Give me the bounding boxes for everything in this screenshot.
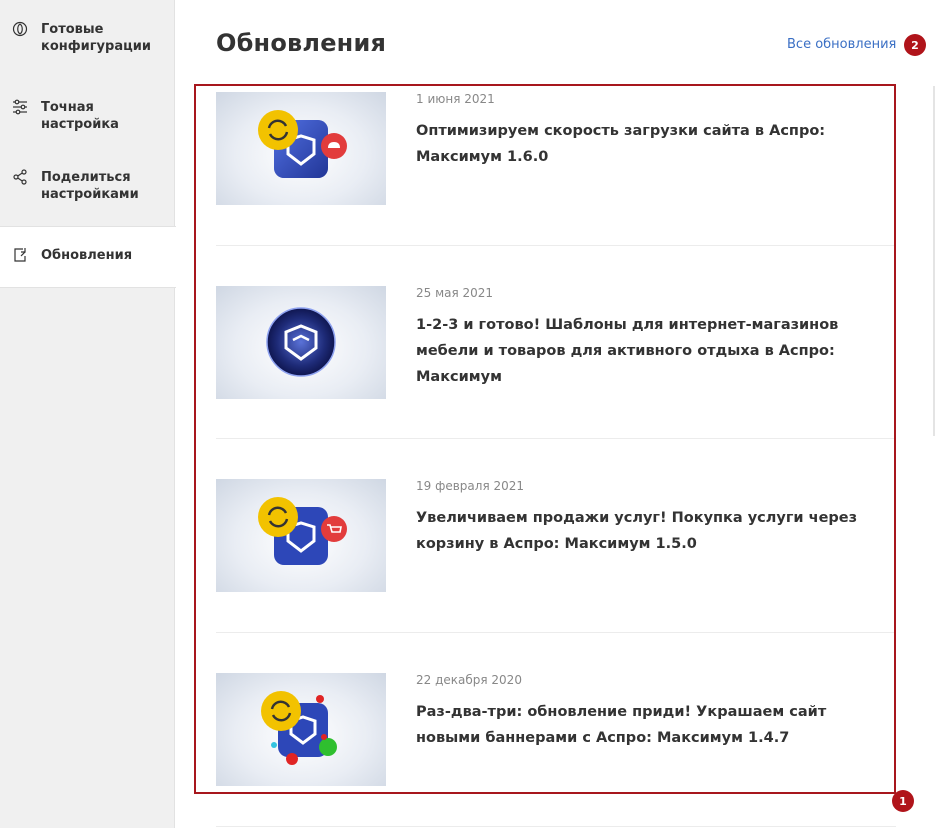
news-thumbnail[interactable] (216, 479, 386, 592)
sidebar-item-label: настройками (41, 187, 139, 202)
palette-icon (12, 21, 28, 37)
divider (216, 632, 896, 633)
news-title[interactable]: Раз-два-три: обновление приди! Украшаем … (416, 699, 891, 751)
page-title: Обновления (216, 29, 387, 57)
news-thumbnail[interactable] (216, 286, 386, 399)
update-icon (14, 248, 26, 262)
divider (216, 245, 896, 246)
sidebar-item-ready-configs[interactable]: Готовые конфигурации (0, 21, 175, 55)
news-thumbnail[interactable] (216, 673, 386, 786)
news-thumbnail[interactable] (216, 92, 386, 205)
aspro-cart-image (258, 497, 347, 565)
news-item[interactable]: 25 мая 2021 1-2-3 и готово! Шаблоны для … (216, 286, 896, 399)
sidebar-item-label: Обновления (41, 248, 133, 263)
annotation-badge-1: 1 (892, 790, 914, 812)
news-date: 22 декабря 2020 (416, 673, 522, 687)
sidebar-item-label: Готовые (41, 22, 104, 37)
news-title[interactable]: Оптимизируем скорость загрузки сайта в А… (416, 118, 891, 170)
sidebar-item-updates[interactable]: Обновления (0, 226, 176, 288)
sidebar-item-label: Точная (41, 100, 94, 115)
news-title[interactable]: 1-2-3 и готово! Шаблоны для интернет-маг… (416, 312, 891, 390)
aspro-update-image (258, 110, 347, 178)
sliders-icon (13, 99, 27, 115)
sidebar-item-label: настройка (41, 117, 119, 132)
news-date: 25 мая 2021 (416, 286, 494, 300)
divider (216, 438, 896, 439)
news-item[interactable]: 19 февраля 2021 Увеличиваем продажи услу… (216, 479, 896, 592)
news-title[interactable]: Увеличиваем продажи услуг! Покупка услуг… (416, 505, 891, 557)
sidebar-item-share-settings[interactable]: Поделиться настройками (0, 169, 175, 203)
news-item[interactable]: 22 декабря 2020 Раз-два-три: обновление … (216, 673, 896, 786)
all-updates-link[interactable]: Все обновления (787, 37, 896, 52)
share-icon (13, 169, 27, 185)
sidebar-item-label: Поделиться (41, 170, 131, 185)
news-date: 1 июня 2021 (416, 92, 495, 106)
news-item[interactable]: 1 июня 2021 Оптимизируем скорость загруз… (216, 92, 896, 205)
annotation-badge-2: 2 (904, 34, 926, 56)
sidebar: Готовые конфигурации Точная настройка По… (0, 0, 176, 828)
sidebar-item-fine-tuning[interactable]: Точная настройка (0, 99, 175, 133)
aspro-templates-image (266, 307, 336, 377)
aspro-banners-image (261, 691, 337, 765)
sidebar-item-label: конфигурации (41, 39, 151, 54)
news-date: 19 февраля 2021 (416, 479, 525, 493)
divider (216, 826, 896, 827)
